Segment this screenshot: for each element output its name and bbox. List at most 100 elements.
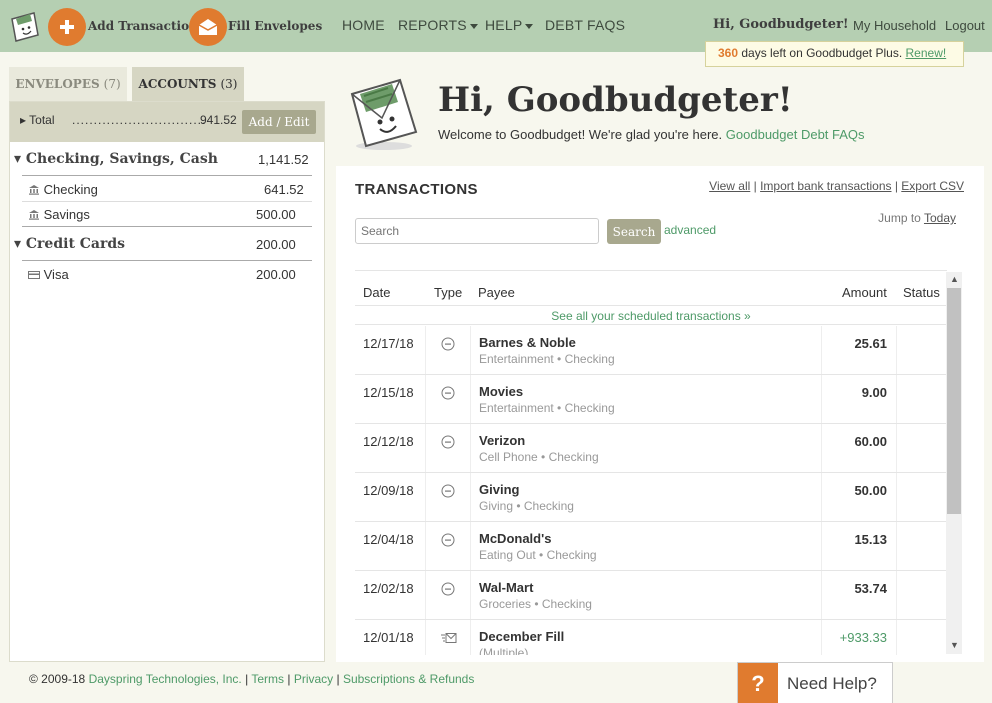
search-button[interactable]: Search [607, 219, 661, 244]
company-link[interactable]: Dayspring Technologies, Inc. [89, 672, 242, 686]
logout-link[interactable]: Logout [945, 18, 985, 33]
nav-help[interactable]: HELP [485, 17, 534, 33]
privacy-link[interactable]: Privacy [294, 672, 333, 686]
fill-envelopes-button[interactable]: Fill Envelopes [228, 19, 322, 33]
tab-envelopes[interactable]: ENVELOPES (7) [9, 67, 127, 101]
total-label-text: Total [29, 113, 55, 127]
subscriptions-link[interactable]: Subscriptions & Refunds [343, 672, 474, 686]
table-row[interactable]: 12/17/18 Barnes & Noble Entertainment • … [355, 326, 947, 375]
tx-amount: 53.74 [854, 581, 887, 596]
nav-debt-faqs[interactable]: DEBT FAQS [545, 17, 625, 33]
bank-icon [29, 210, 39, 220]
col-date[interactable]: Date [363, 285, 390, 300]
tx-date: 12/15/18 [363, 385, 414, 400]
transactions-panel: TRANSACTIONS View all | Import bank tran… [336, 166, 984, 662]
tx-date: 12/01/18 [363, 630, 414, 645]
today-link[interactable]: Today [924, 211, 956, 225]
transactions-table: Date Type Payee Amount Status See all yo… [355, 270, 947, 655]
advanced-search-link[interactable]: advanced [664, 223, 716, 237]
tab-accounts[interactable]: ACCOUNTS (3) [132, 67, 244, 101]
welcome-message: Welcome to Goodbudget! We're glad you're… [438, 127, 723, 142]
import-bank-link[interactable]: Import bank transactions [760, 179, 891, 193]
col-type[interactable]: Type [434, 285, 462, 300]
tx-date: 12/12/18 [363, 434, 414, 449]
scroll-up-icon[interactable]: ▲ [950, 274, 959, 284]
group-checking-savings-cash[interactable]: ▾ Checking, Savings, Cash [14, 151, 218, 167]
scroll-down-icon[interactable]: ▼ [950, 640, 959, 650]
tx-payee: Movies [479, 384, 524, 399]
expense-icon [441, 337, 455, 351]
fill-envelopes-icon[interactable] [189, 8, 227, 46]
account-amount: 641.52 [264, 182, 304, 197]
nav-reports[interactable]: REPORTS [398, 17, 478, 33]
account-checking[interactable]: Checking [28, 182, 98, 197]
greeting: Hi, Goodbudgeter! [713, 17, 849, 32]
table-scrollbar[interactable]: ▲ ▼ [946, 272, 962, 654]
nav-home[interactable]: HOME [342, 17, 385, 33]
tx-account: Checking [548, 450, 599, 464]
tx-envelope: Eating Out [479, 548, 536, 562]
account-visa[interactable]: Visa [28, 267, 69, 282]
col-status[interactable]: Status [903, 285, 940, 300]
col-payee[interactable]: Payee [478, 285, 515, 300]
tx-envelope: Groceries [479, 597, 532, 611]
search-input[interactable] [355, 218, 599, 244]
tx-category: Eating Out • Checking [479, 548, 597, 562]
transactions-title: TRANSACTIONS [355, 181, 478, 198]
table-row[interactable]: 12/01/18 December Fill (Multiple) +933.3… [355, 620, 947, 655]
total-label: ▸ Total [20, 113, 55, 127]
scheduled-transactions-link[interactable]: See all your scheduled transactions » [355, 305, 947, 325]
tx-amount: 60.00 [854, 434, 887, 449]
tx-date: 12/09/18 [363, 483, 414, 498]
tx-category: Entertainment • Checking [479, 352, 615, 366]
terms-link[interactable]: Terms [251, 672, 284, 686]
expense-icon [441, 484, 455, 498]
tx-amount: 15.13 [854, 532, 887, 547]
add-transaction-button[interactable]: Add Transaction [88, 19, 198, 33]
tx-envelope: Entertainment [479, 352, 554, 366]
tx-category: Cell Phone • Checking [479, 450, 599, 464]
my-household-link[interactable]: My Household [853, 18, 936, 33]
jump-to: Jump to Today [878, 211, 956, 225]
expense-icon [441, 435, 455, 449]
tx-envelope: Giving [479, 499, 514, 513]
goodbudget-logo-icon[interactable] [8, 9, 40, 43]
tx-account: Checking [541, 597, 592, 611]
tx-category: Giving • Checking [479, 499, 574, 513]
table-row[interactable]: 12/12/18 Verizon Cell Phone • Checking 6… [355, 424, 947, 473]
tab-envelopes-count: (7) [103, 77, 121, 91]
divider [22, 175, 312, 176]
account-savings[interactable]: Savings [28, 207, 90, 222]
divider [22, 201, 312, 202]
col-amount[interactable]: Amount [842, 285, 887, 300]
table-row[interactable]: 12/02/18 Wal-Mart Groceries • Checking 5… [355, 571, 947, 620]
export-csv-link[interactable]: Export CSV [901, 179, 964, 193]
tx-payee: McDonald's [479, 531, 552, 546]
debt-faqs-link[interactable]: Goodbudget Debt FAQs [726, 127, 865, 142]
tx-category: Entertainment • Checking [479, 401, 615, 415]
tx-envelope: (Multiple) [479, 646, 529, 655]
group-credit-cards[interactable]: ▾ Credit Cards [14, 236, 125, 252]
tx-envelope: Cell Phone [479, 450, 538, 464]
add-edit-button[interactable]: Add / Edit [242, 110, 316, 134]
tab-envelopes-label: ENVELOPES [15, 77, 100, 91]
tx-category: Groceries • Checking [479, 597, 592, 611]
need-help-button[interactable]: ? Need Help? [737, 662, 893, 703]
total-row[interactable]: ▸ Total ............................... … [10, 102, 324, 142]
renew-link[interactable]: Renew! [906, 46, 947, 60]
tx-amount: +933.33 [839, 630, 887, 645]
account-name: Savings [43, 207, 90, 222]
table-row[interactable]: 12/09/18 Giving Giving • Checking 50.00 [355, 473, 947, 522]
scrollbar-thumb[interactable] [947, 288, 961, 514]
add-transaction-icon[interactable] [48, 8, 86, 46]
table-row[interactable]: 12/15/18 Movies Entertainment • Checking… [355, 375, 947, 424]
table-row[interactable]: 12/04/18 McDonald's Eating Out • Checkin… [355, 522, 947, 571]
footer: © 2009-18 Dayspring Technologies, Inc. |… [29, 672, 475, 686]
nav-reports-label: REPORTS [398, 17, 467, 33]
tx-amount: 9.00 [861, 385, 887, 400]
plus-text: days left on Goodbudget Plus. [741, 46, 903, 60]
total-amount: 941.52 [200, 113, 237, 127]
tab-accounts-label: ACCOUNTS [138, 77, 217, 91]
view-all-link[interactable]: View all [709, 179, 750, 193]
expense-icon [441, 533, 455, 547]
